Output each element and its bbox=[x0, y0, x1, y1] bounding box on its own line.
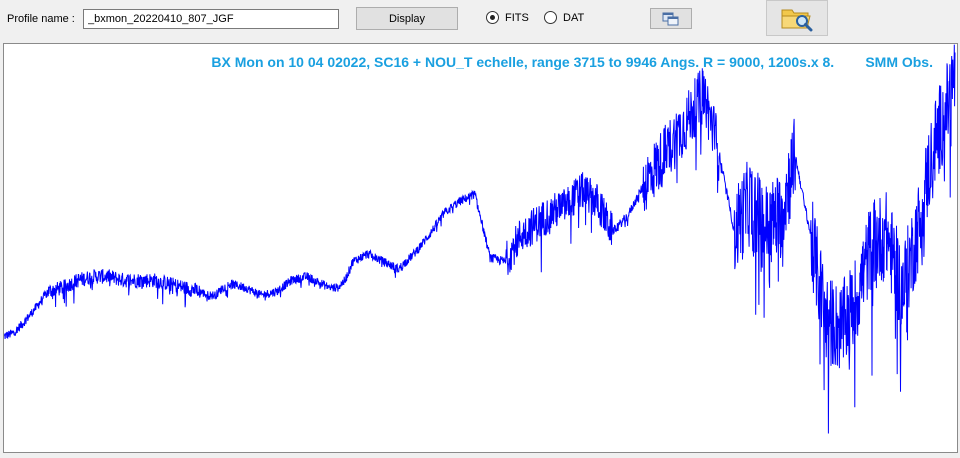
spectrum-plot[interactable]: BX Mon on 10 04 02022, SC16 + NOU_T eche… bbox=[3, 43, 958, 453]
open-file-button[interactable] bbox=[766, 0, 828, 36]
copy-button[interactable] bbox=[650, 8, 692, 29]
plot-title: BX Mon on 10 04 02022, SC16 + NOU_T eche… bbox=[211, 54, 933, 70]
display-button[interactable]: Display bbox=[356, 7, 458, 30]
spectrum-line bbox=[4, 44, 956, 434]
copy-windows-icon bbox=[662, 12, 679, 25]
folder-search-icon bbox=[781, 9, 813, 32]
profile-name-input[interactable] bbox=[83, 9, 339, 29]
toolbar: Profile name : Display FITS DAT bbox=[0, 0, 960, 40]
radio-fits-label: FITS bbox=[505, 11, 529, 24]
radio-fits-indicator[interactable] bbox=[486, 11, 499, 24]
profile-name-label: Profile name : bbox=[7, 13, 75, 25]
radio-dat-indicator[interactable] bbox=[544, 11, 557, 24]
radio-dat-label: DAT bbox=[563, 11, 585, 24]
radio-fits[interactable]: FITS bbox=[486, 11, 529, 24]
spectrum-chart bbox=[4, 44, 956, 434]
radio-dat[interactable]: DAT bbox=[544, 11, 584, 24]
